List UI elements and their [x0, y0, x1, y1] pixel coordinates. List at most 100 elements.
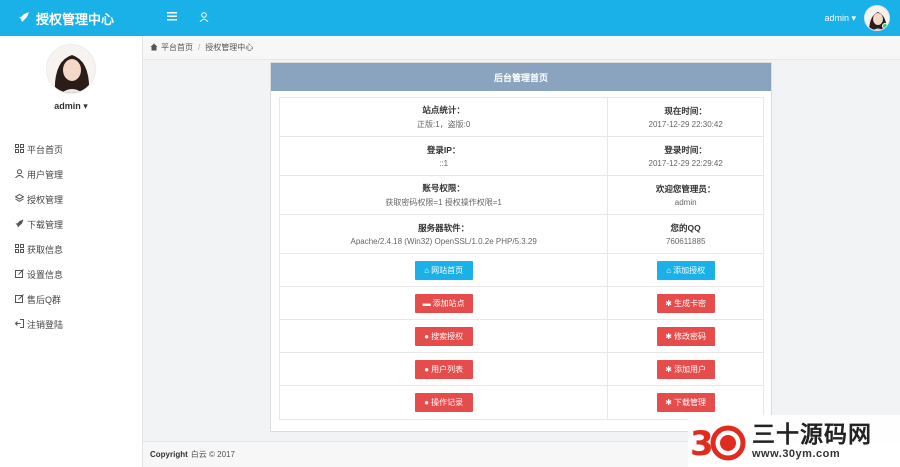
table-cell: ✱ 修改密码 [608, 320, 763, 352]
globe-icon: ● [424, 331, 430, 341]
gear-icon: ✱ [665, 398, 672, 407]
login-ip-label: 登录IP： [426, 145, 461, 155]
sidebar-nav: 平台首页 用户管理 授权管理 下载管理 获取信息 设置信息 售后Q群 注销登陆 [0, 137, 142, 337]
sidebar-item-info[interactable]: 获取信息 [0, 237, 142, 262]
table-row: 服务器软件： Apache/2.4.18 (Win32) OpenSSL/1.0.… [280, 215, 763, 254]
edit-icon [14, 269, 25, 280]
user-icon [14, 169, 25, 180]
breadcrumb-current: 授权管理中心 [205, 43, 254, 52]
rocket-icon [14, 219, 25, 230]
home-icon [150, 43, 158, 53]
table-cell: 您的QQ 760611885 [608, 215, 763, 253]
top-navbar: 授权管理中心 admin ▾ [0, 0, 900, 36]
add-auth-button[interactable]: ⌂ 添加授权 [656, 260, 715, 280]
gear-icon: ✱ [665, 298, 672, 308]
sidebar-item-qq-group[interactable]: 售后Q群 [0, 287, 142, 312]
login-time-label: 登录时间： [664, 145, 707, 155]
add-site-button[interactable]: ▬ 添加站点 [414, 293, 473, 313]
qq-value: 760611885 [665, 237, 706, 246]
info-table: 站点统计： 正版:1，盗版:0 现在时间： 2017-12-29 22:30:42 … [279, 97, 764, 420]
bars-icon[interactable] [157, 12, 187, 24]
server-software-value: Apache/2.4.18 (Win32) OpenSSL/1.0.2e PHP… [350, 237, 537, 246]
table-cell: ⌂ 添加授权 [608, 254, 763, 286]
sidebar-item-home[interactable]: 平台首页 [0, 137, 142, 162]
breadcrumb: 平台首页 / 授权管理中心 [143, 36, 900, 60]
sidebar-item-auth[interactable]: 授权管理 [0, 187, 142, 212]
user-menu-name[interactable]: admin ▾ [824, 13, 856, 24]
panel-title: 后台管理首页 [271, 63, 771, 91]
download-manage-button[interactable]: ✱ 下载管理 [656, 393, 715, 412]
sidebar-item-label: 用户管理 [27, 170, 64, 180]
current-time-label: 现在时间： [664, 106, 707, 116]
login-ip-value: ::1 [439, 159, 449, 168]
table-cell: ● 操作记录 [280, 386, 609, 419]
table-cell: 登录IP：::1 [280, 137, 609, 175]
watermark-logo: 3 [690, 417, 748, 465]
add-user-button[interactable]: ✱ 添加用户 [656, 359, 715, 379]
dashboard-panel: 后台管理首页 站点统计： 正版:1，盗版:0 现在时间： 2017-12-29 22… [270, 62, 772, 432]
table-cell: ● 用户列表 [280, 353, 609, 385]
copyright-text: 白云 © 2017 [190, 450, 235, 459]
operation-log-button[interactable]: ● 操作记录 [414, 393, 473, 412]
login-time-value: 2017-12-29 22:29:42 [648, 159, 723, 168]
globe-icon: ● [424, 364, 430, 374]
brand[interactable]: 授权管理中心 [0, 0, 143, 36]
sidebar-item-label: 获取信息 [27, 245, 64, 255]
table-row: 登录IP：::1 登录时间：2017-12-29 22:29:42 [280, 137, 763, 176]
user-icon[interactable] [189, 11, 219, 25]
logout-icon [14, 319, 25, 330]
sidebar-item-users[interactable]: 用户管理 [0, 162, 142, 187]
watermark: 3 三十源码网 www.30ym.com [688, 415, 900, 467]
search-auth-button[interactable]: ● 搜索授权 [414, 326, 473, 346]
sidebar-item-download[interactable]: 下载管理 [0, 212, 142, 237]
user-menu[interactable]: admin ▾ [824, 5, 900, 31]
copyright-label: Copyright [150, 450, 188, 459]
breadcrumb-separator: / [198, 43, 201, 52]
layers-icon [14, 193, 25, 205]
sidebar-item-label: 设置信息 [27, 270, 64, 280]
table-cell: 登录时间： 2017-12-29 22:29:42 [608, 137, 763, 175]
brand-title: 授权管理中心 [36, 11, 115, 27]
gear-icon: ✱ [665, 331, 672, 341]
grid-icon [14, 244, 25, 255]
site-stats-value: 正版:1，盗版:0 [416, 120, 471, 129]
table-cell: ⌂ 网站首页 [280, 254, 609, 286]
watermark-text: 三十源码网 www.30ym.com [752, 422, 872, 460]
button-row: ⌂ 网站首页 ⌂ 添加授权 [280, 254, 763, 287]
svg-text:3: 3 [690, 424, 714, 464]
sidebar-item-logout[interactable]: 注销登陆 [0, 312, 142, 337]
sidebar-item-settings[interactable]: 设置信息 [0, 262, 142, 287]
table-cell: 账号权限： 获取密码权限=1 授权操作权限=1 [280, 176, 609, 214]
button-row: ● 搜索授权 ✱ 修改密码 [280, 320, 763, 353]
chevron-down-icon: ▾ [83, 101, 88, 111]
chevron-down-icon: ▾ [851, 12, 856, 23]
sidebar: admin ▾ 平台首页 用户管理 授权管理 下载管理 获取信息 设置信息 售后… [0, 36, 143, 467]
generate-key-button[interactable]: ✱ 生成卡密 [656, 293, 715, 313]
sidebar-item-label: 下载管理 [27, 220, 64, 230]
change-password-button[interactable]: ✱ 修改密码 [656, 326, 715, 346]
home-icon: ⌂ [424, 265, 430, 275]
grid-icon [14, 144, 25, 155]
gear-icon: ✱ [665, 364, 672, 374]
user-list-button[interactable]: ● 用户列表 [414, 359, 473, 379]
globe-icon: ● [424, 398, 430, 407]
sidebar-item-label: 售后Q群 [27, 295, 62, 305]
admin-welcome-label: 欢迎您管理员： [655, 184, 716, 194]
breadcrumb-home[interactable]: 平台首页 [161, 42, 193, 53]
table-row: 账号权限： 获取密码权限=1 授权操作权限=1 欢迎您管理员： admin [280, 176, 763, 215]
current-time-value: 2017-12-29 22:30:42 [648, 120, 723, 129]
site-home-button[interactable]: ⌂ 网站首页 [414, 260, 473, 280]
table-cell: ▬ 添加站点 [280, 287, 609, 319]
folder-icon: ▬ [422, 298, 431, 308]
rocket-icon [18, 11, 30, 26]
server-software-label: 服务器软件： [418, 223, 470, 233]
sidebar-item-label: 平台首页 [27, 145, 64, 155]
table-row: 站点统计： 正版:1，盗版:0 现在时间： 2017-12-29 22:30:42 [280, 98, 763, 137]
sidebar-avatar [46, 44, 96, 94]
sidebar-item-label: 授权管理 [27, 195, 64, 205]
table-cell: 站点统计： 正版:1，盗版:0 [280, 98, 609, 136]
avatar[interactable] [864, 5, 890, 31]
permissions-label: 账号权限： [422, 183, 465, 193]
watermark-title: 三十源码网 [752, 422, 872, 448]
sidebar-user-menu[interactable]: admin ▾ [0, 101, 142, 112]
